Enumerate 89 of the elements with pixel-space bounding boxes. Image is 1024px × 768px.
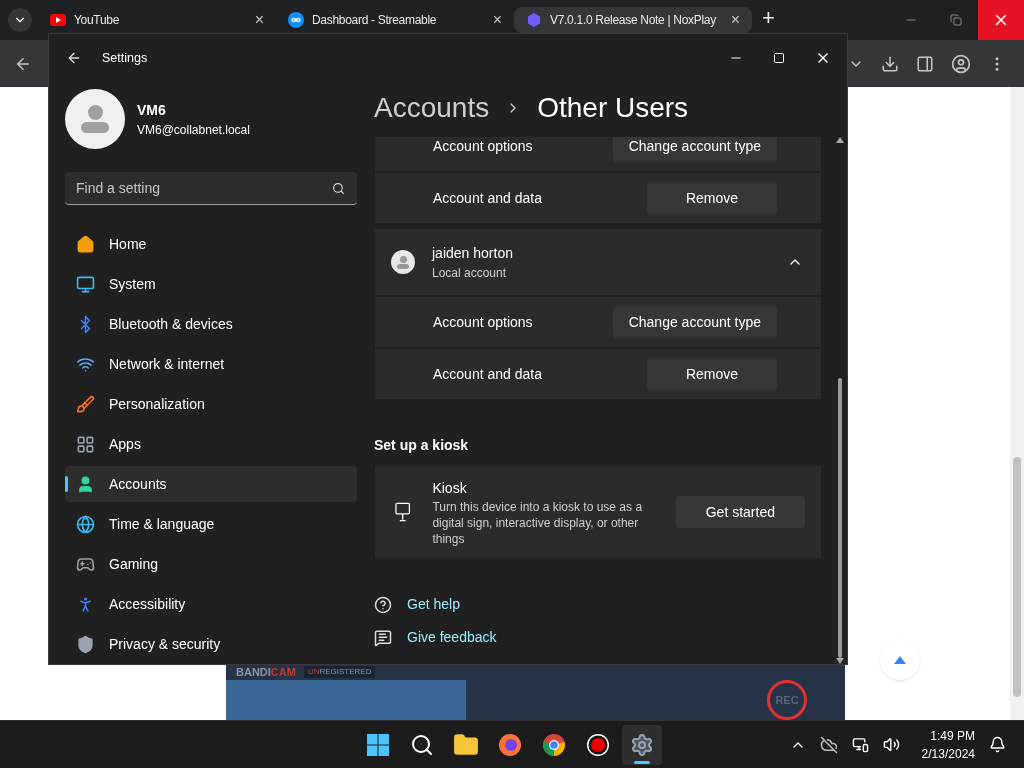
- tab-title: V7.0.1.0 Release Note | NoxPlay: [550, 12, 717, 29]
- nav-item[interactable]: Apps: [65, 426, 357, 462]
- tab-title: Dashboard - Streamable: [312, 12, 438, 29]
- back-icon[interactable]: [66, 50, 82, 66]
- clock[interactable]: 1:49 PM 2/13/2024: [921, 726, 975, 763]
- tab-close-button[interactable]: ×: [254, 8, 264, 32]
- browser-logo-icon[interactable]: [542, 732, 566, 757]
- nav-item[interactable]: Gaming: [65, 546, 357, 582]
- tab-title: YouTube: [74, 12, 121, 29]
- person-icon: [76, 474, 95, 494]
- row-label: Account and data: [433, 188, 542, 208]
- registration-status: UNREGISTERED: [303, 666, 376, 678]
- page-scrollbar[interactable]: [1010, 87, 1024, 720]
- kiosk-title: Kiosk: [432, 478, 468, 498]
- shield-icon: [76, 634, 95, 654]
- volume-icon[interactable]: [882, 736, 900, 753]
- browser-tab[interactable]: V7.0.1.0 Release Note | NoxPlay ×: [514, 7, 752, 33]
- globe-icon: [76, 514, 95, 534]
- record-icon[interactable]: [586, 732, 610, 757]
- help-icon: [374, 595, 392, 614]
- scroll-top-button[interactable]: [880, 640, 920, 680]
- cloud-off-icon[interactable]: [819, 735, 838, 754]
- row-button[interactable]: Remove: [647, 358, 777, 390]
- search-icon[interactable]: [410, 732, 434, 757]
- taskbar-app[interactable]: [622, 724, 662, 765]
- kiosk-description: Turn this device into a kiosk to use as a digital sign, interactive display, or other things: [432, 498, 644, 547]
- nav-item[interactable]: Accounts: [65, 466, 357, 502]
- nav-item[interactable]: Network & internet: [65, 346, 357, 382]
- fox-globe-icon[interactable]: [498, 732, 522, 757]
- row-label: Account options: [433, 137, 533, 156]
- user-subtitle: Local account: [432, 264, 508, 282]
- download-icon[interactable]: [881, 54, 899, 73]
- row-button[interactable]: Remove: [647, 182, 777, 214]
- get-started-button[interactable]: Get started: [675, 496, 805, 528]
- nav-item[interactable]: System: [65, 266, 357, 302]
- scrollbar[interactable]: [835, 137, 845, 664]
- help-link[interactable]: Get help: [407, 594, 460, 615]
- new-tab-button[interactable]: +: [762, 1, 775, 34]
- user-name: jaiden horton: [432, 243, 514, 263]
- maximize-icon[interactable]: [773, 52, 785, 64]
- monitor-icon: [76, 274, 95, 294]
- window-title: Settings: [102, 49, 148, 67]
- page-title: Other Users: [537, 91, 689, 125]
- settings-icon[interactable]: [630, 732, 654, 757]
- hexagon-icon: [526, 12, 542, 28]
- row-button[interactable]: Change account type: [612, 137, 777, 162]
- browser-tab[interactable]: YouTube ×: [38, 7, 276, 33]
- side-panel-icon[interactable]: [916, 54, 934, 73]
- avatar: [65, 89, 125, 149]
- clock-time: 1:49 PM: [930, 727, 975, 745]
- row-button[interactable]: Change account type: [612, 306, 777, 338]
- nav-item[interactable]: Accessibility: [65, 586, 357, 622]
- tab-search-button[interactable]: [8, 8, 32, 32]
- apps-grid-icon: [76, 434, 95, 454]
- profile-icon[interactable]: [951, 53, 971, 74]
- bell-icon[interactable]: [989, 736, 1006, 753]
- profile-name: VM6: [137, 100, 167, 120]
- browser-tab[interactable]: Dashboard - Streamable ×: [276, 7, 514, 33]
- row-label: Account options: [433, 312, 533, 332]
- recorder-logo: BANDICAM: [236, 666, 296, 678]
- nav-item[interactable]: Privacy & security: [65, 626, 357, 662]
- clock-date: 2/13/2024: [921, 745, 975, 763]
- tab-close-button[interactable]: ×: [492, 8, 502, 32]
- nav-item[interactable]: Personalization: [65, 386, 357, 422]
- user-header[interactable]: jaiden horton Local account: [375, 229, 821, 295]
- triangle-up-icon: [894, 656, 906, 664]
- feedback-icon: [374, 628, 392, 647]
- search-icon: [332, 182, 345, 195]
- brush-icon: [76, 394, 95, 414]
- search-field[interactable]: Find a setting: [65, 172, 357, 205]
- infinity-icon: [288, 12, 304, 28]
- nav-item[interactable]: Bluetooth & devices: [65, 306, 357, 342]
- kiosk-icon: [395, 502, 411, 522]
- windows-logo-icon[interactable]: [366, 732, 390, 757]
- tab-close-button[interactable]: ×: [730, 8, 740, 32]
- folder-icon[interactable]: [453, 731, 479, 758]
- user-avatar: [391, 250, 415, 274]
- profile-email: VM6@collabnet.local: [137, 121, 250, 139]
- section-heading: Set up a kiosk: [374, 436, 470, 455]
- play-icon: [50, 14, 66, 26]
- help-link[interactable]: Give feedback: [407, 627, 497, 648]
- scroll-up-icon[interactable]: [836, 137, 844, 143]
- restore-icon[interactable]: [950, 14, 962, 26]
- breadcrumb-parent[interactable]: Accounts: [374, 87, 490, 129]
- nav-item[interactable]: Time & language: [65, 506, 357, 542]
- nav-item[interactable]: Home: [65, 226, 357, 262]
- row-label: Account and data: [433, 364, 542, 384]
- home-icon: [76, 234, 95, 254]
- network-icon[interactable]: [851, 736, 869, 753]
